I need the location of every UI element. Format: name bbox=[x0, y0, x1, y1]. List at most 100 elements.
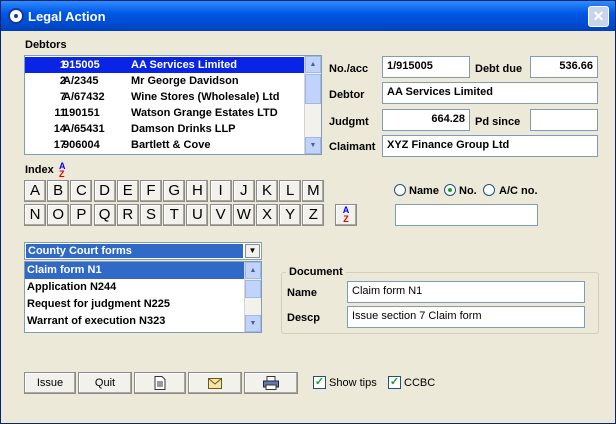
index-button-c[interactable]: C bbox=[70, 180, 93, 202]
index-button-g[interactable]: G bbox=[163, 180, 186, 202]
index-button-u[interactable]: U bbox=[186, 204, 209, 226]
debtor-field[interactable]: AA Services Limited bbox=[382, 82, 598, 104]
index-button-o[interactable]: O bbox=[47, 204, 70, 226]
sort-az-icon: AZ bbox=[342, 205, 350, 224]
show-tips-label: Show tips bbox=[329, 377, 377, 389]
index-button-e[interactable]: E bbox=[116, 180, 139, 202]
index-button-z[interactable]: Z bbox=[302, 204, 325, 226]
close-icon: ✕ bbox=[592, 8, 605, 24]
search-input[interactable] bbox=[395, 204, 538, 226]
radio-acno[interactable] bbox=[483, 184, 495, 196]
radio-no[interactable] bbox=[444, 184, 456, 196]
debtor-account: 915005 bbox=[63, 59, 100, 71]
debtors-scrollbar[interactable]: ▲ ▼ bbox=[304, 56, 321, 154]
issue-button[interactable]: Issue bbox=[24, 372, 76, 394]
index-button-w[interactable]: W bbox=[232, 204, 255, 226]
radio-acno-label: A/C no. bbox=[499, 185, 538, 197]
index-button-p[interactable]: P bbox=[70, 204, 93, 226]
index-button-f[interactable]: F bbox=[140, 180, 162, 202]
judgmt-field[interactable]: 664.28 bbox=[382, 109, 470, 131]
list-item[interactable]: Application N244 bbox=[25, 279, 245, 296]
document-button[interactable] bbox=[134, 372, 186, 394]
forms-scrollbar[interactable]: ▲ ▼ bbox=[244, 262, 261, 332]
claimant-label: Claimant bbox=[329, 141, 376, 153]
table-row[interactable]: 14 A/65431 Damson Drinks LLP bbox=[25, 121, 304, 137]
scroll-up-button[interactable]: ▲ bbox=[245, 262, 261, 279]
debtor-label: Debtor bbox=[329, 89, 365, 101]
close-button[interactable]: ✕ bbox=[588, 6, 609, 27]
debtor-name: Mr George Davidson bbox=[131, 75, 239, 87]
ccbc-label: CCBC bbox=[404, 377, 436, 389]
debtor-name: Wine Stores (Wholesale) Ltd bbox=[131, 91, 280, 103]
index-button-h[interactable]: H bbox=[186, 180, 209, 202]
index-button-n[interactable]: N bbox=[24, 204, 46, 226]
envelope-icon bbox=[208, 378, 222, 389]
title-bar[interactable]: Legal Action ✕ bbox=[1, 1, 615, 31]
debtor-account: 190151 bbox=[63, 107, 100, 119]
index-button-l[interactable]: L bbox=[279, 180, 302, 202]
show-tips-checkbox[interactable]: ✓ bbox=[313, 376, 326, 389]
index-button-s[interactable]: S bbox=[140, 204, 162, 226]
judgmt-label: Judgmt bbox=[329, 116, 369, 128]
index-button-k[interactable]: K bbox=[256, 180, 278, 202]
scroll-down-button[interactable]: ▼ bbox=[305, 137, 321, 154]
table-row[interactable]: 17 906004 Bartlett & Cove bbox=[25, 137, 304, 153]
no-acc-field[interactable]: 1/915005 bbox=[382, 56, 470, 78]
index-button-t[interactable]: T bbox=[163, 204, 186, 226]
index-button-i[interactable]: I bbox=[209, 180, 232, 202]
table-row[interactable]: 11 190151 Watson Grange Estates LTD bbox=[25, 105, 304, 121]
index-button-b[interactable]: B bbox=[47, 180, 70, 202]
pd-since-label: Pd since bbox=[475, 116, 521, 128]
index-button-v[interactable]: V bbox=[209, 204, 232, 226]
table-row[interactable]: 1 915005 AA Services Limited bbox=[25, 57, 304, 73]
doc-name-label: Name bbox=[287, 287, 317, 299]
debtor-name: Watson Grange Estates LTD bbox=[131, 107, 278, 119]
index-button-r[interactable]: R bbox=[116, 204, 139, 226]
scroll-thumb[interactable] bbox=[245, 280, 261, 298]
sort-az-icon: AZ bbox=[59, 161, 66, 179]
claimant-field[interactable]: XYZ Finance Group Ltd bbox=[382, 135, 598, 157]
ccbc-checkbox[interactable]: ✓ bbox=[388, 376, 401, 389]
scroll-thumb[interactable] bbox=[305, 74, 321, 104]
index-label: Index bbox=[25, 164, 54, 176]
debtor-name: AA Services Limited bbox=[131, 59, 237, 71]
debt-due-field[interactable]: 536.66 bbox=[530, 56, 598, 78]
forms-category-select[interactable]: County Court forms ▼ bbox=[24, 242, 262, 260]
index-button-a[interactable]: A bbox=[24, 180, 46, 202]
scroll-up-button[interactable]: ▲ bbox=[305, 56, 321, 73]
list-item[interactable]: Request for judgment N225 bbox=[25, 296, 245, 313]
debtor-account: A/67432 bbox=[63, 91, 105, 103]
doc-descp-field[interactable]: Issue section 7 Claim form bbox=[347, 306, 585, 328]
index-button-y[interactable]: Y bbox=[279, 204, 302, 226]
debtor-name: Damson Drinks LLP bbox=[131, 123, 236, 135]
index-button-j[interactable]: J bbox=[232, 180, 255, 202]
debtors-label: Debtors bbox=[25, 39, 67, 51]
list-item[interactable]: Claim form N1 bbox=[25, 262, 245, 279]
doc-descp-label: Descp bbox=[287, 312, 321, 324]
pd-since-field[interactable] bbox=[530, 109, 598, 131]
debtors-list[interactable]: 1 915005 AA Services Limited 2 A/2345 Mr Geor… bbox=[24, 55, 322, 155]
radio-name-label: Name bbox=[409, 185, 439, 197]
quit-button[interactable]: Quit bbox=[78, 372, 132, 394]
email-button[interactable] bbox=[188, 372, 242, 394]
doc-name-field[interactable]: Claim form N1 bbox=[347, 281, 585, 303]
sort-az-button[interactable]: AZ bbox=[335, 204, 357, 226]
radio-no-label: No. bbox=[459, 185, 477, 197]
window-title: Legal Action bbox=[28, 9, 106, 24]
index-button-m[interactable]: M bbox=[302, 180, 325, 202]
print-button[interactable] bbox=[244, 372, 298, 394]
forms-list[interactable]: Claim form N1 Application N244 Request for… bbox=[24, 261, 262, 333]
list-item[interactable]: Warrant of execution N323 bbox=[25, 313, 245, 330]
radio-name[interactable] bbox=[394, 184, 406, 196]
table-row[interactable]: 2 A/2345 Mr George Davidson bbox=[25, 73, 304, 89]
debtor-account: 906004 bbox=[63, 139, 100, 151]
chevron-down-icon[interactable]: ▼ bbox=[245, 244, 260, 258]
table-row[interactable]: 7 A/67432 Wine Stores (Wholesale) Ltd bbox=[25, 89, 304, 105]
index-button-d[interactable]: D bbox=[93, 180, 116, 202]
document-legend: Document bbox=[286, 266, 346, 278]
debtor-name: Bartlett & Cove bbox=[131, 139, 211, 151]
scroll-down-button[interactable]: ▼ bbox=[245, 315, 261, 332]
index-button-x[interactable]: X bbox=[256, 204, 278, 226]
no-acc-label: No./acc bbox=[329, 63, 369, 75]
index-button-q[interactable]: Q bbox=[93, 204, 116, 226]
